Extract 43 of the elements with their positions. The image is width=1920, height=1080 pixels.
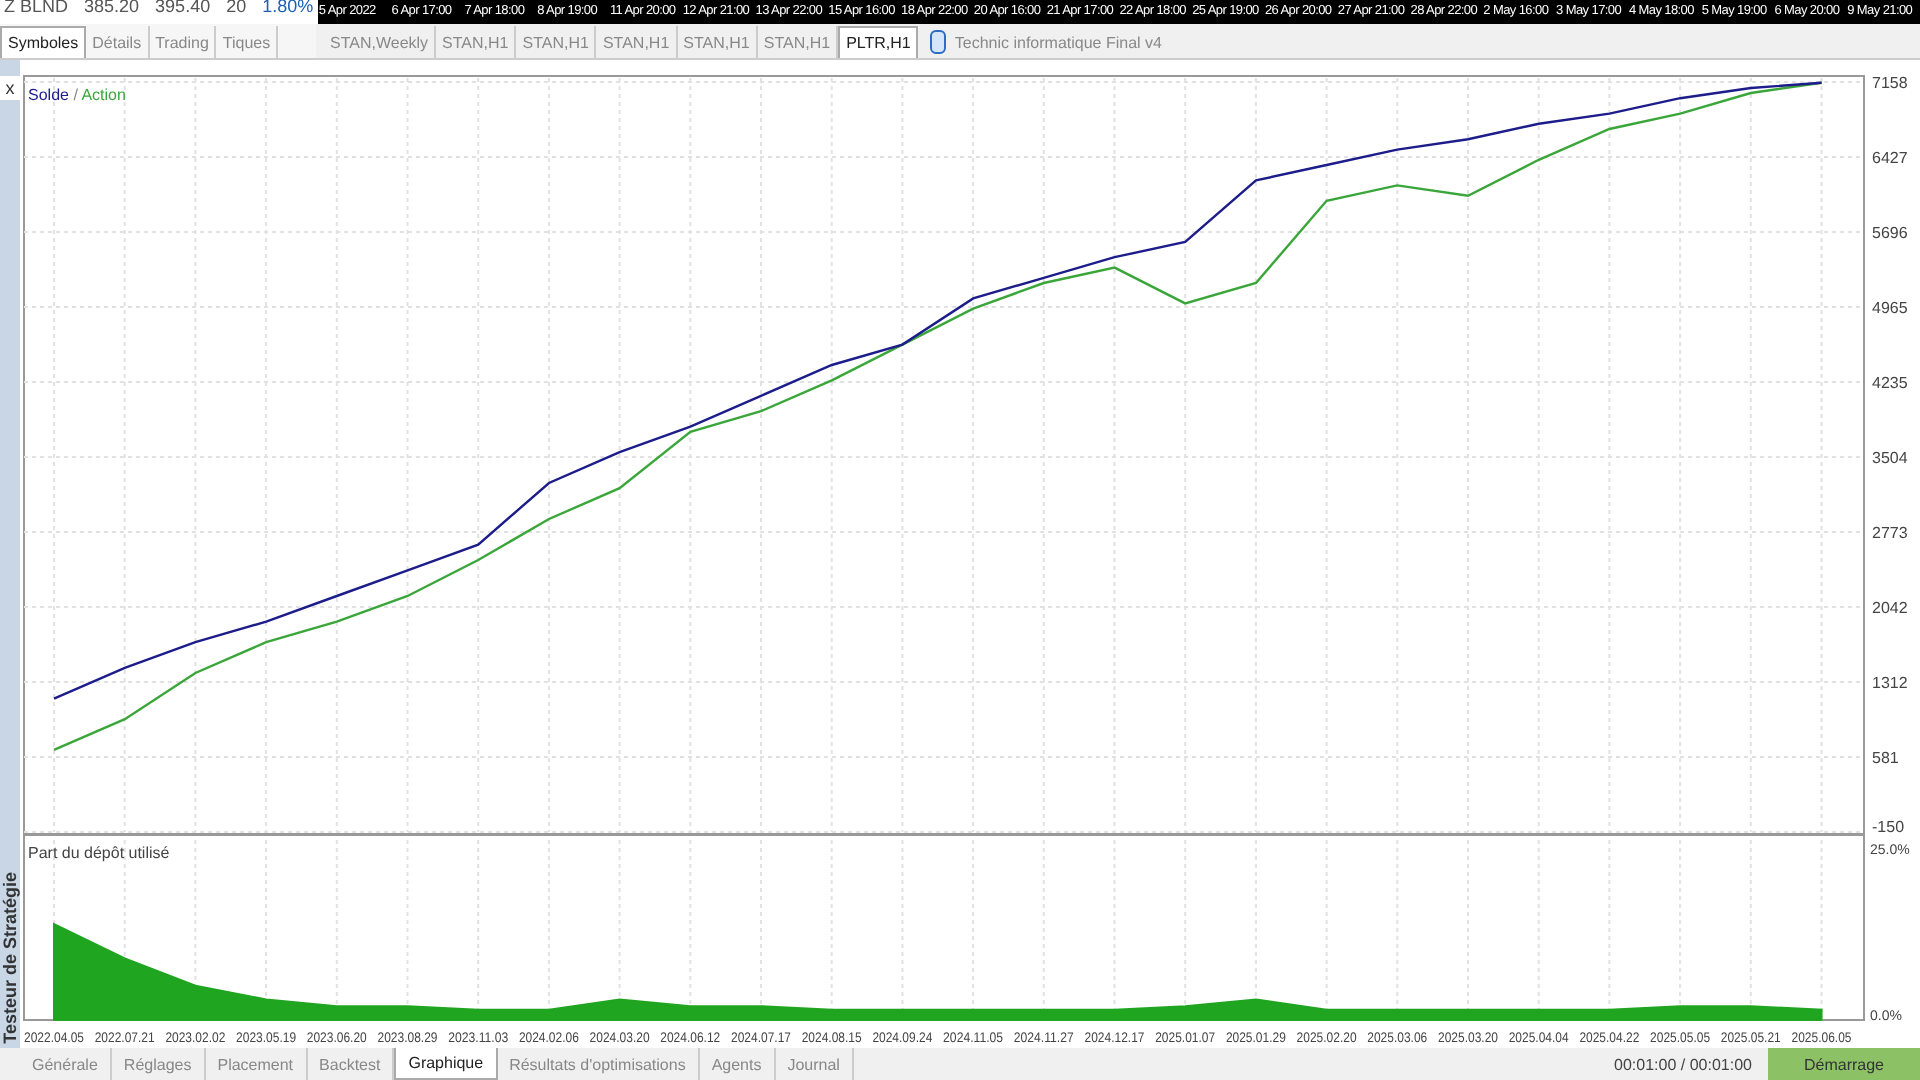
- y-tick-label: 5696: [1872, 224, 1908, 243]
- chart-tab[interactable]: PLTR,H1: [838, 26, 919, 58]
- chart-tab[interactable]: STAN,H1: [436, 26, 517, 58]
- chart-tab[interactable]: STAN,H1: [596, 26, 678, 58]
- panel-tab[interactable]: Tiques: [216, 26, 279, 58]
- capsule-icon: [930, 30, 947, 54]
- chart-title: Part du dépôt utilisé: [28, 844, 170, 862]
- tester-tab[interactable]: Réglages: [111, 1048, 206, 1080]
- tester-tab[interactable]: Agents: [699, 1048, 776, 1080]
- tester-tab[interactable]: Graphique: [394, 1048, 498, 1080]
- panel-tab[interactable]: Détails: [86, 26, 150, 58]
- y-tick-label: 1312: [1872, 673, 1908, 692]
- legend-separator: /: [73, 86, 78, 104]
- y-tick-label: 581: [1872, 749, 1899, 767]
- panel-tab[interactable]: Symboles: [0, 26, 87, 58]
- legend-label: Action: [81, 86, 126, 104]
- y-tick-label: 2773: [1872, 524, 1908, 542]
- legend-label: Solde: [28, 86, 69, 104]
- close-button[interactable]: x: [0, 76, 20, 100]
- chart-tab[interactable]: STAN,Weekly: [324, 26, 437, 58]
- tester-tab[interactable]: Journal: [775, 1048, 854, 1080]
- y-tick-label: 2042: [1872, 599, 1908, 618]
- y-tick-label: 3504: [1872, 449, 1908, 467]
- start-button[interactable]: Démarrage: [1767, 1048, 1920, 1080]
- chart-tab[interactable]: STAN,H1: [677, 26, 758, 58]
- bid-price: 385.20: [84, 0, 140, 16]
- symbol-name: Z BLND: [4, 0, 69, 16]
- tester-tab[interactable]: Résultats d'optimisations: [497, 1048, 700, 1080]
- tester-tab[interactable]: Générale: [20, 1048, 112, 1080]
- y-tick-label: 4965: [1872, 299, 1908, 318]
- panel-title: Testeur de Stratégie: [0, 872, 20, 1044]
- spread-value: 20: [226, 0, 247, 16]
- ask-price: 395.40: [155, 0, 211, 16]
- elapsed-time: 00:01:00 / 00:01:00: [1614, 1055, 1754, 1073]
- change-percent: 1.80%: [262, 0, 314, 16]
- y-tick-label: 4235: [1872, 374, 1908, 392]
- y-tick-label: -150: [1872, 818, 1905, 834]
- tester-tab[interactable]: Placement: [205, 1048, 308, 1080]
- y-tick-label: 6427: [1872, 149, 1908, 167]
- y-tick-label: 7158: [1872, 74, 1908, 92]
- expert-name: Technic informatique Final v4: [954, 33, 1162, 51]
- panel-tab[interactable]: Trading: [149, 26, 217, 58]
- chart-tab[interactable]: STAN,H1: [516, 26, 597, 58]
